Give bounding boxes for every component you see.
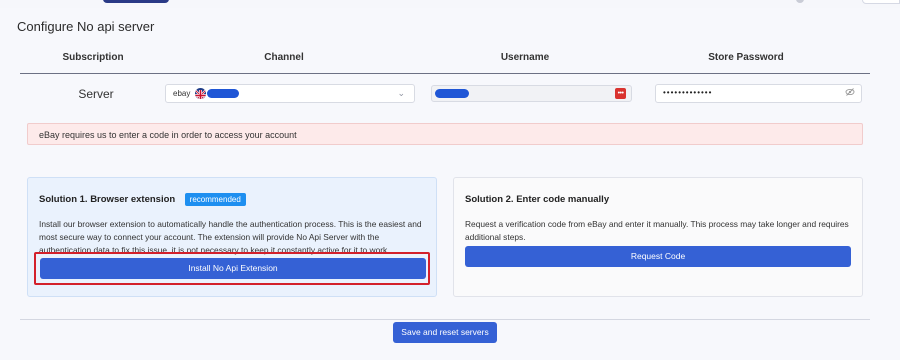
user-menu-icon[interactable] xyxy=(796,0,804,3)
uk-flag-icon xyxy=(195,88,206,99)
eye-slash-icon[interactable] xyxy=(845,87,855,100)
header-store-password: Store Password xyxy=(708,52,784,63)
solution2-description: Request a verification code from eBay an… xyxy=(465,219,849,242)
subscription-cell: Server xyxy=(78,87,114,101)
store-password-field[interactable]: ••••••••••••• xyxy=(655,84,862,103)
header-subscription: Subscription xyxy=(62,52,124,63)
top-right-control[interactable] xyxy=(862,0,900,4)
solution-browser-extension-card: Solution 1. Browser extension recommende… xyxy=(27,177,437,297)
alert-banner: eBay requires us to enter a code in orde… xyxy=(27,123,863,145)
page-title: Configure No api server xyxy=(17,19,155,34)
install-extension-button[interactable]: Install No Api Extension xyxy=(40,258,426,279)
solution-manual-code-card: Solution 2. Enter code manually Request … xyxy=(453,177,863,297)
header-channel: Channel xyxy=(264,52,304,63)
save-and-reset-button[interactable]: Save and reset servers xyxy=(393,322,497,343)
footer-divider xyxy=(20,319,870,320)
redacted-username xyxy=(435,89,469,98)
chevron-down-icon: ⌄ xyxy=(397,88,405,98)
redacted-channel-name xyxy=(207,89,239,98)
password-manager-icon[interactable]: ••• xyxy=(615,88,626,99)
recommended-badge: recommended xyxy=(184,193,246,207)
ebay-logo: ebay xyxy=(173,89,191,98)
header-username: Username xyxy=(500,52,550,63)
password-value: ••••••••••••• xyxy=(663,88,713,97)
solution2-title: Solution 2. Enter code manually xyxy=(465,194,610,206)
username-field[interactable]: ••• xyxy=(431,85,632,102)
top-bar xyxy=(0,0,900,8)
solution1-description: Install our browser extension to automat… xyxy=(39,219,422,255)
solution1-title: Solution 1. Browser extension xyxy=(39,194,176,206)
header-divider xyxy=(20,73,870,74)
nav-tab-active[interactable] xyxy=(103,0,169,3)
request-code-button[interactable]: Request Code xyxy=(465,246,851,267)
channel-select[interactable]: ebay ⌄ xyxy=(165,84,415,103)
table-header: Subscription Channel Username Store Pass… xyxy=(20,52,870,66)
